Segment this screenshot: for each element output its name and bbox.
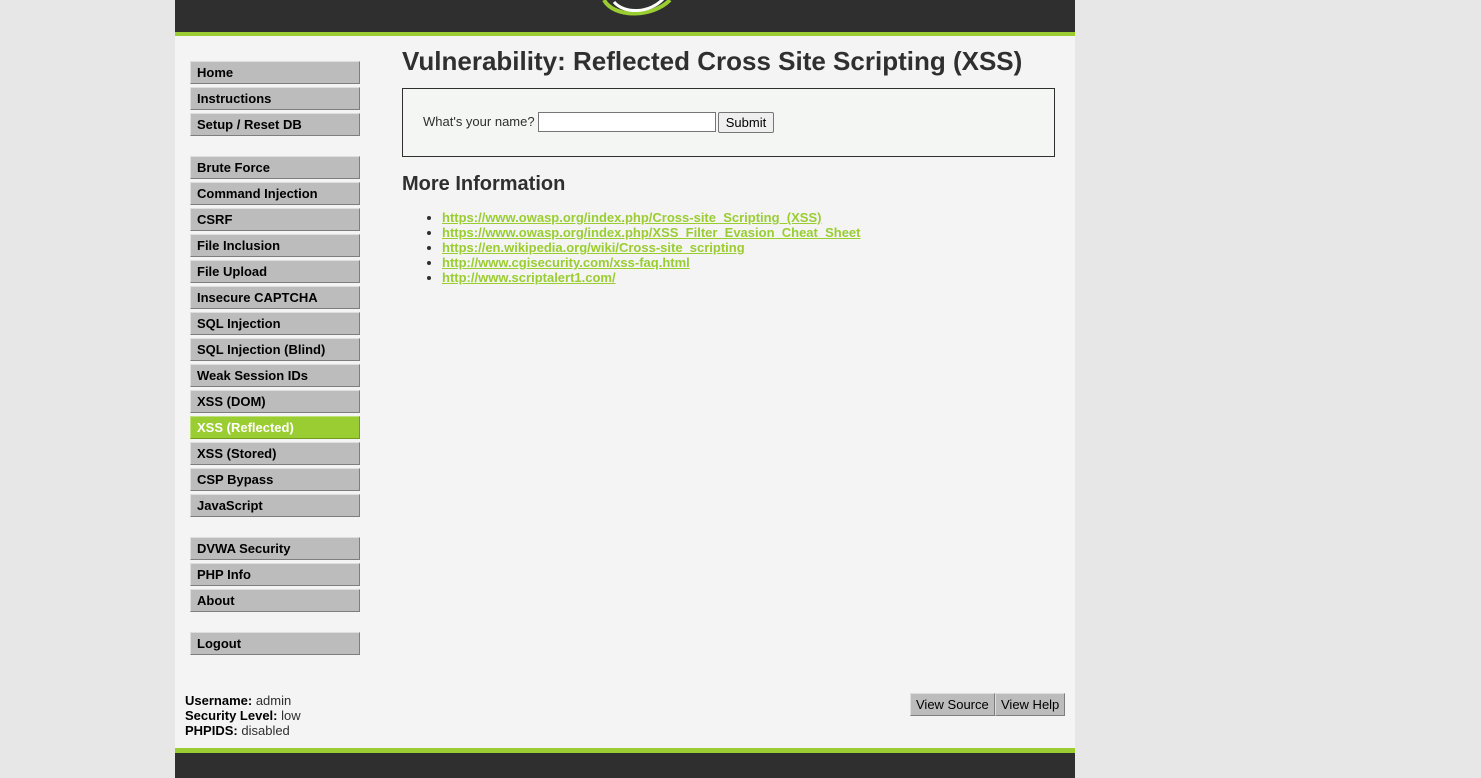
footer <box>175 748 1075 778</box>
sidebar-item-dvwa-security[interactable]: DVWA Security <box>190 537 360 560</box>
list-item: http://www.cgisecurity.com/xss-faq.html <box>442 255 861 270</box>
dvwa-logo <box>602 0 672 16</box>
sidebar-item-home[interactable]: Home <box>190 61 360 84</box>
page-title: Vulnerability: Reflected Cross Site Scri… <box>402 46 1023 76</box>
menu-group-logout: Logout <box>190 632 360 658</box>
sidebar-item-command-injection[interactable]: Command Injection <box>190 182 360 205</box>
sidebar-item-instructions[interactable]: Instructions <box>190 87 360 110</box>
header <box>175 0 1075 36</box>
sidebar-item-insecure-captcha[interactable]: Insecure CAPTCHA <box>190 286 360 309</box>
name-label: What's your name? <box>423 114 535 129</box>
more-information-heading: More Information <box>402 173 566 195</box>
view-source-button[interactable]: View Source <box>910 693 995 716</box>
sidebar-item-file-inclusion[interactable]: File Inclusion <box>190 234 360 257</box>
sidebar-item-brute-force[interactable]: Brute Force <box>190 156 360 179</box>
phpids-label: PHPIDS: <box>185 723 238 738</box>
list-item: https://www.owasp.org/index.php/Cross-si… <box>442 210 861 225</box>
list-item: https://www.owasp.org/index.php/XSS_Filt… <box>442 225 861 240</box>
page-container: Home Instructions Setup / Reset DB Brute F… <box>175 0 1075 778</box>
username-label: Username: <box>185 693 253 708</box>
sidebar-item-xss-stored[interactable]: XSS (Stored) <box>190 442 360 465</box>
xss-form: What's your name? Submit <box>402 88 1055 157</box>
sidebar-item-logout[interactable]: Logout <box>190 632 360 655</box>
sidebar-item-sql-injection-blind[interactable]: SQL Injection (Blind) <box>190 338 360 361</box>
sidebar-item-xss-reflected[interactable]: XSS (Reflected) <box>190 416 360 439</box>
sidebar-item-file-upload[interactable]: File Upload <box>190 260 360 283</box>
scriptalert1-link[interactable]: http://www.scriptalert1.com/ <box>442 270 616 285</box>
sidebar-item-csp-bypass[interactable]: CSP Bypass <box>190 468 360 491</box>
security-level-value: low <box>281 708 301 723</box>
list-item: https://en.wikipedia.org/wiki/Cross-site… <box>442 240 861 255</box>
owasp-filter-evasion-link[interactable]: https://www.owasp.org/index.php/XSS_Filt… <box>442 225 861 240</box>
sidebar-item-about[interactable]: About <box>190 589 360 612</box>
menu-group-settings: DVWA Security PHP Info About <box>190 537 360 615</box>
sidebar-item-php-info[interactable]: PHP Info <box>190 563 360 586</box>
phpids-value: disabled <box>241 723 290 738</box>
sidebar-item-sql-injection[interactable]: SQL Injection <box>190 312 360 335</box>
view-help-button[interactable]: View Help <box>995 693 1066 716</box>
owasp-xss-link[interactable]: https://www.owasp.org/index.php/Cross-si… <box>442 210 821 225</box>
list-item: http://www.scriptalert1.com/ <box>442 270 861 285</box>
cgisecurity-link[interactable]: http://www.cgisecurity.com/xss-faq.html <box>442 255 690 270</box>
name-input[interactable] <box>538 112 716 132</box>
user-info: Username: admin Security Level: low PHPI… <box>185 693 301 738</box>
sidebar-item-javascript[interactable]: JavaScript <box>190 494 360 517</box>
sidebar-item-weak-session-ids[interactable]: Weak Session IDs <box>190 364 360 387</box>
wikipedia-xss-link[interactable]: https://en.wikipedia.org/wiki/Cross-site… <box>442 240 745 255</box>
username-value: admin <box>255 693 292 708</box>
menu-group-main: Home Instructions Setup / Reset DB <box>190 61 360 139</box>
menu-group-vulnerabilities: Brute Force Command Injection CSRF File Inc… <box>190 156 360 520</box>
submit-button[interactable]: Submit <box>718 112 774 133</box>
security-level-label: Security Level: <box>185 708 278 723</box>
more-information-links: https://www.owasp.org/index.php/Cross-si… <box>402 210 861 285</box>
sidebar-item-csrf[interactable]: CSRF <box>190 208 360 231</box>
sidebar-item-setup-reset-db[interactable]: Setup / Reset DB <box>190 113 360 136</box>
sidebar-item-xss-dom[interactable]: XSS (DOM) <box>190 390 360 413</box>
